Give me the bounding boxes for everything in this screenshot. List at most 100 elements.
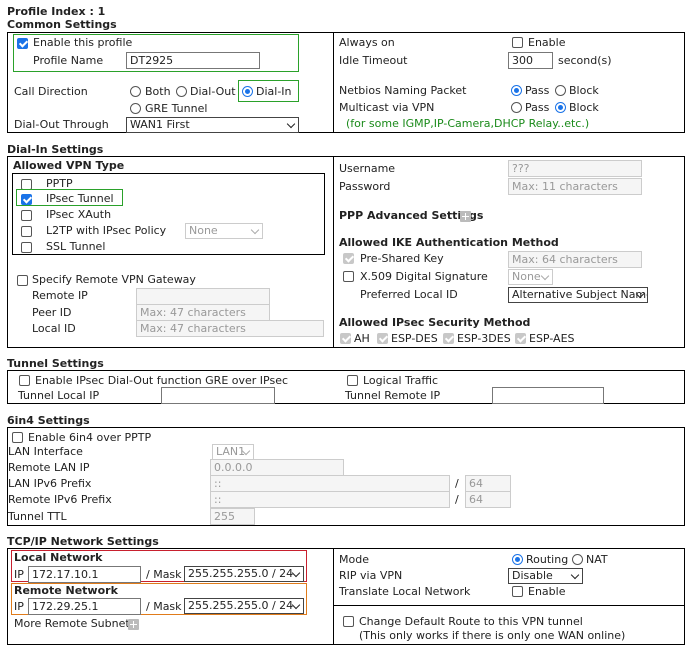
l2tp-checkbox[interactable] xyxy=(21,226,32,237)
remote-ip-label: Remote IP xyxy=(32,289,88,302)
lan-interface-label: LAN Interface xyxy=(8,445,83,458)
mode-routing-label: Routing xyxy=(526,553,569,566)
idle-timeout-input[interactable]: 300 xyxy=(508,52,553,69)
local-mask-select[interactable]: 255.255.255.0 / 24 xyxy=(184,566,304,582)
password-label: Password xyxy=(339,180,391,193)
logical-traffic-checkbox[interactable] xyxy=(347,375,358,386)
password-input[interactable]: Max: 11 characters xyxy=(508,178,642,195)
x509-select[interactable]: None xyxy=(508,269,553,285)
enable-profile-checkbox[interactable] xyxy=(17,38,28,49)
mode-nat-label: NAT xyxy=(586,553,608,566)
mode-nat-radio[interactable] xyxy=(572,554,583,565)
l2tp-policy-select[interactable]: None xyxy=(185,223,263,239)
specify-gateway-label: Specify Remote VPN Gateway xyxy=(32,273,196,286)
l2tp-label: L2TP with IPsec Policy xyxy=(46,224,167,237)
translate-enable-label: Enable xyxy=(528,585,566,598)
always-on-checkbox[interactable] xyxy=(512,37,523,48)
dir-dialin-radio[interactable] xyxy=(242,86,253,97)
ppp-advanced-expand-icon[interactable] xyxy=(460,211,471,222)
ipsec-xauth-checkbox[interactable] xyxy=(21,210,32,221)
username-label: Username xyxy=(339,162,396,175)
rip-via-vpn-select[interactable]: Disable xyxy=(508,568,583,584)
local-ip-label: IP xyxy=(14,568,24,581)
profile-name-input[interactable]: DT2925 xyxy=(126,52,260,69)
mode-label: Mode xyxy=(339,553,369,566)
divider xyxy=(333,548,334,645)
local-mask-label: / Mask xyxy=(146,568,182,581)
esp-des-checkbox[interactable] xyxy=(377,333,388,344)
preferred-local-id-select[interactable]: Alternative Subject Name xyxy=(508,287,648,303)
multicast-block-radio[interactable] xyxy=(555,102,566,113)
enable-profile-label: Enable this profile xyxy=(33,36,133,49)
tunnel-settings-title: Tunnel Settings xyxy=(7,357,104,370)
x509-checkbox[interactable] xyxy=(343,271,354,282)
peer-id-input[interactable]: Max: 47 characters xyxy=(136,304,270,321)
lan-ipv6-slash: / xyxy=(455,477,459,490)
dir-gre-label: GRE Tunnel xyxy=(145,102,208,115)
ipsec-tunnel-checkbox[interactable] xyxy=(21,194,32,205)
remote-network-ip-input[interactable]: 172.29.25.1 xyxy=(28,598,141,615)
more-remote-subnet-expand-icon[interactable] xyxy=(128,619,139,630)
psk-checkbox[interactable] xyxy=(343,253,354,264)
remote-mask-label: / Mask xyxy=(146,600,182,613)
translate-enable-checkbox[interactable] xyxy=(512,586,523,597)
lan-ipv6-prefix-input[interactable]: :: xyxy=(210,475,450,492)
lan-ipv6-len-input[interactable]: 64 xyxy=(465,475,511,492)
netbios-block-label: Block xyxy=(569,84,599,97)
dir-both-radio[interactable] xyxy=(130,86,141,97)
netbios-block-radio[interactable] xyxy=(555,85,566,96)
ipsec-security-title: Allowed IPsec Security Method xyxy=(339,316,531,329)
change-default-route-checkbox[interactable] xyxy=(343,616,354,627)
divider xyxy=(333,156,334,348)
remote-lan-ip-label: Remote LAN IP xyxy=(8,461,90,474)
tunnel-local-ip-input[interactable] xyxy=(161,387,275,404)
dialin-settings-title: Dial-In Settings xyxy=(7,143,104,156)
remote-lan-ip-input[interactable]: 0.0.0.0 xyxy=(210,459,344,476)
remote-ipv6-prefix-input[interactable]: :: xyxy=(210,491,450,508)
esp-3des-checkbox[interactable] xyxy=(443,333,454,344)
remote-ipv6-slash: / xyxy=(455,493,459,506)
preferred-local-id-label: Preferred Local ID xyxy=(360,288,458,301)
dir-gre-radio[interactable] xyxy=(130,103,141,114)
ipsec-tunnel-label: IPsec Tunnel xyxy=(46,192,114,205)
tunnel-local-ip-label: Tunnel Local IP xyxy=(18,389,100,402)
remote-mask-select[interactable]: 255.255.255.0 / 24 xyxy=(184,598,304,614)
local-ip-input[interactable]: 172.17.10.1 xyxy=(28,566,141,583)
remote-ipv6-len-input[interactable]: 64 xyxy=(465,491,511,508)
multicast-note: (for some IGMP,IP-Camera,DHCP Relay..etc… xyxy=(346,117,590,130)
gre-over-ipsec-checkbox[interactable] xyxy=(19,375,30,386)
tunnel-remote-ip-label: Tunnel Remote IP xyxy=(345,389,441,402)
local-id-input[interactable]: Max: 47 characters xyxy=(136,320,324,337)
divider xyxy=(333,32,334,133)
remote-ip-input[interactable] xyxy=(136,288,270,305)
change-default-route-note: (This only works if there is only one WA… xyxy=(359,629,626,642)
username-input[interactable]: ??? xyxy=(508,160,642,177)
esp-aes-checkbox[interactable] xyxy=(515,333,526,344)
tunnel-remote-ip-input[interactable] xyxy=(492,387,604,404)
profile-index: Profile Index : 1 xyxy=(7,5,106,18)
always-on-enable-label: Enable xyxy=(528,36,566,49)
idle-timeout-unit: second(s) xyxy=(558,54,612,67)
ssl-tunnel-checkbox[interactable] xyxy=(21,242,32,253)
enable-6in4-checkbox[interactable] xyxy=(12,432,23,443)
tunnel-ttl-input[interactable]: 255 xyxy=(210,508,255,525)
peer-id-label: Peer ID xyxy=(32,306,72,319)
local-id-label: Local ID xyxy=(32,322,76,335)
psk-input[interactable]: Max: 64 characters xyxy=(508,251,642,268)
mode-routing-radio[interactable] xyxy=(512,554,523,565)
dir-dialout-radio[interactable] xyxy=(176,86,187,97)
multicast-block-label: Block xyxy=(569,101,599,114)
remote-ip-label-tcpip: IP xyxy=(14,600,24,613)
dialout-through-select[interactable]: WAN1 First xyxy=(126,117,299,133)
multicast-pass-radio[interactable] xyxy=(511,102,522,113)
specify-gateway-checkbox[interactable] xyxy=(17,275,28,286)
divider xyxy=(333,605,685,606)
ah-checkbox[interactable] xyxy=(340,333,351,344)
dir-dialin-label: Dial-In xyxy=(256,85,292,98)
ipsec-xauth-label: IPsec XAuth xyxy=(46,208,112,221)
sixin4-settings-title: 6in4 Settings xyxy=(7,414,90,427)
netbios-pass-radio[interactable] xyxy=(511,85,522,96)
more-remote-subnet-label: More Remote Subnet xyxy=(14,617,130,630)
lan-interface-select[interactable]: LAN1 xyxy=(212,444,254,460)
dir-dialout-label: Dial-Out xyxy=(190,85,236,98)
